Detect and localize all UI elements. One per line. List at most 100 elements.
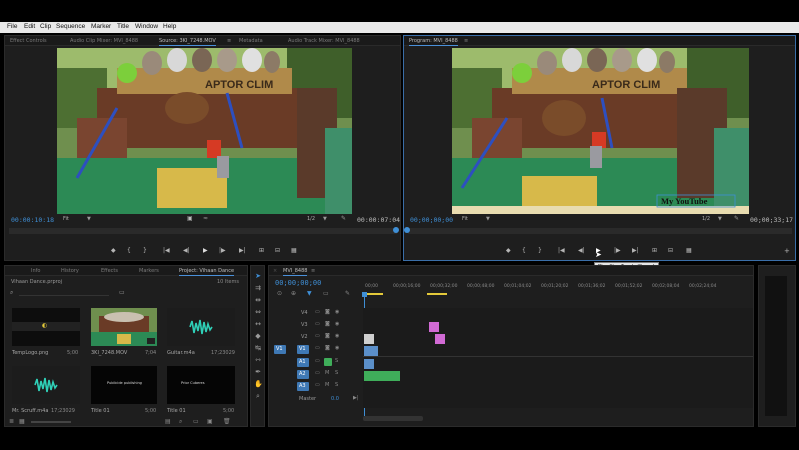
tab-info[interactable]: Info [31, 268, 40, 274]
snap-icon[interactable]: ⊙ [277, 290, 282, 297]
lock-icon[interactable]: ▭ [315, 321, 320, 327]
go-to-end-icon[interactable]: ▶| [353, 395, 359, 401]
menu-sequence[interactable]: Sequence [56, 23, 85, 30]
chevron-down-icon[interactable]: ▼ [323, 216, 327, 222]
menu-marker[interactable]: Marker [91, 23, 111, 30]
sync-lock-icon[interactable]: ◙ [325, 321, 330, 327]
item-name[interactable]: Guitar.m4a [167, 350, 195, 356]
mark-in-icon[interactable]: { [522, 247, 526, 254]
thumb-templogo[interactable]: ◐ [12, 308, 80, 346]
tab-source[interactable]: Source: 3KI_7248.MOV [159, 38, 216, 46]
tab-audio-track-mixer[interactable]: Audio Track Mixer: MVI_8488 [288, 38, 360, 44]
extract-icon[interactable]: ⊟ [668, 247, 673, 254]
wrench-icon[interactable]: ✎ [345, 290, 350, 297]
rolling-edit-tool-icon[interactable]: ⇔ [254, 308, 262, 316]
pen-tool-icon[interactable]: ✒ [254, 368, 262, 376]
item-name[interactable]: 3KI_7248.MOV [91, 350, 127, 356]
tab-audio-clip-mixer[interactable]: Audio Clip Mixer: MVI_8488 [70, 38, 138, 44]
item-name[interactable]: Title 01 [167, 408, 186, 414]
program-fit-select[interactable]: Fit [462, 216, 468, 222]
thumb-title-01[interactable]: Publicide publishing [91, 366, 157, 404]
export-frame-icon[interactable]: ▦ [291, 247, 297, 254]
linked-selection-icon[interactable]: ⊕ [291, 290, 296, 297]
source-scrub-bar[interactable] [9, 228, 397, 234]
zoom-tool-icon[interactable]: ⌕ [254, 392, 262, 400]
clip-audio-a1[interactable] [364, 359, 374, 369]
title-overlay-text[interactable]: My YouTube [661, 196, 708, 206]
mute-icon[interactable]: M [325, 370, 329, 376]
clip-title-v2[interactable] [435, 334, 445, 344]
play-icon[interactable]: ▶ [203, 247, 208, 254]
track-select-tool-icon[interactable]: ⇉ [254, 284, 262, 292]
project-search-input[interactable] [19, 289, 109, 296]
clip-title-v3[interactable] [429, 322, 439, 332]
sync-lock-icon[interactable]: ◙ [325, 309, 330, 315]
sync-lock-icon[interactable]: ◙ [325, 345, 330, 351]
eye-icon[interactable]: ◉ [335, 333, 339, 339]
clapper-icon[interactable]: ▣ [187, 215, 193, 222]
source-playhead[interactable] [393, 227, 399, 233]
lift-icon[interactable]: ⊞ [652, 247, 657, 254]
add-button-icon[interactable]: + [784, 247, 790, 255]
wrench-icon[interactable]: ✎ [734, 215, 739, 222]
new-bin-icon[interactable]: ▭ [119, 289, 125, 296]
menu-icon[interactable]: ≡ [464, 38, 468, 44]
tab-effects[interactable]: Effects [101, 268, 118, 274]
thumb-guitar-audio[interactable] [167, 308, 235, 346]
mark-out-icon[interactable]: } [143, 247, 147, 254]
lock-icon[interactable]: ▭ [315, 358, 320, 364]
clip-logo-v2[interactable] [364, 334, 374, 344]
go-to-out-icon[interactable]: ▶| [239, 247, 246, 254]
tab-history[interactable]: History [61, 268, 79, 274]
thumb-title-02[interactable]: Prior Cuberes [167, 366, 235, 404]
tab-markers[interactable]: Markers [139, 268, 159, 274]
hand-tool-icon[interactable]: ✋ [254, 380, 263, 388]
eye-icon[interactable]: ◉ [335, 309, 339, 315]
clip-audio-a2[interactable] [364, 371, 400, 381]
step-forward-icon[interactable]: |▶ [219, 247, 226, 254]
menu-clip[interactable]: Clip [40, 23, 51, 30]
tab-effect-controls[interactable]: Effect Controls [10, 38, 47, 44]
lock-icon[interactable]: ▭ [315, 382, 320, 388]
slide-tool-icon[interactable]: ⇿ [254, 356, 262, 364]
slip-tool-icon[interactable]: ↹ [254, 344, 262, 352]
search-icon[interactable]: ⌕ [10, 289, 13, 297]
tab-metadata[interactable]: Metadata [239, 38, 263, 44]
trash-icon[interactable]: 🗑 [223, 418, 231, 425]
eye-icon[interactable]: ◉ [335, 345, 339, 351]
menu-title[interactable]: Title [117, 23, 129, 30]
menu-edit[interactable]: Edit [24, 23, 35, 30]
new-bin-icon[interactable]: ▭ [193, 418, 199, 425]
automate-icon[interactable]: ▤ [165, 418, 171, 425]
wrench-icon[interactable]: ✎ [341, 215, 346, 222]
chevron-down-icon[interactable]: ▼ [718, 216, 722, 222]
menu-icon[interactable]: ≡ [311, 268, 315, 274]
program-playhead[interactable] [404, 227, 410, 233]
thumb-mr-scruff-audio[interactable] [12, 366, 80, 404]
icon-view-icon[interactable]: ▦ [19, 418, 25, 425]
ripple-edit-tool-icon[interactable]: ⇹ [254, 296, 262, 304]
mark-out-icon[interactable]: } [538, 247, 542, 254]
tab-project[interactable]: Project: Vihaan Dance [179, 268, 235, 276]
lock-icon[interactable]: ▭ [315, 333, 320, 339]
go-to-in-icon[interactable]: |◀ [558, 247, 565, 254]
mute-icon[interactable] [324, 358, 332, 366]
tab-program[interactable]: Program: MVI_8488 [409, 38, 458, 46]
solo-icon[interactable]: S [335, 370, 338, 376]
lock-icon[interactable]: ▭ [315, 345, 320, 351]
item-name[interactable]: Title 01 [91, 408, 110, 414]
lock-icon[interactable]: ▭ [315, 370, 320, 376]
timeline-timecode[interactable]: 00;00;00;00 [275, 279, 321, 287]
marker-icon[interactable]: ◆ [111, 247, 116, 254]
step-back-icon[interactable]: ◀| [183, 247, 190, 254]
source-timecode-in[interactable]: 00:00:10:18 [11, 216, 54, 224]
go-to-in-icon[interactable]: |◀ [163, 247, 170, 254]
rate-stretch-tool-icon[interactable]: ↔ [254, 320, 262, 328]
track-area[interactable] [363, 308, 753, 408]
eye-icon[interactable]: ◉ [335, 321, 339, 327]
menu-icon[interactable]: ≡ [227, 38, 231, 44]
marker-icon[interactable]: ◆ [506, 247, 511, 254]
time-ruler[interactable]: 00;00 00;00;16;00 00;00;32;00 00;00;48;0… [363, 278, 753, 300]
export-frame-icon[interactable]: ▦ [686, 247, 692, 254]
mark-in-icon[interactable]: { [127, 247, 131, 254]
